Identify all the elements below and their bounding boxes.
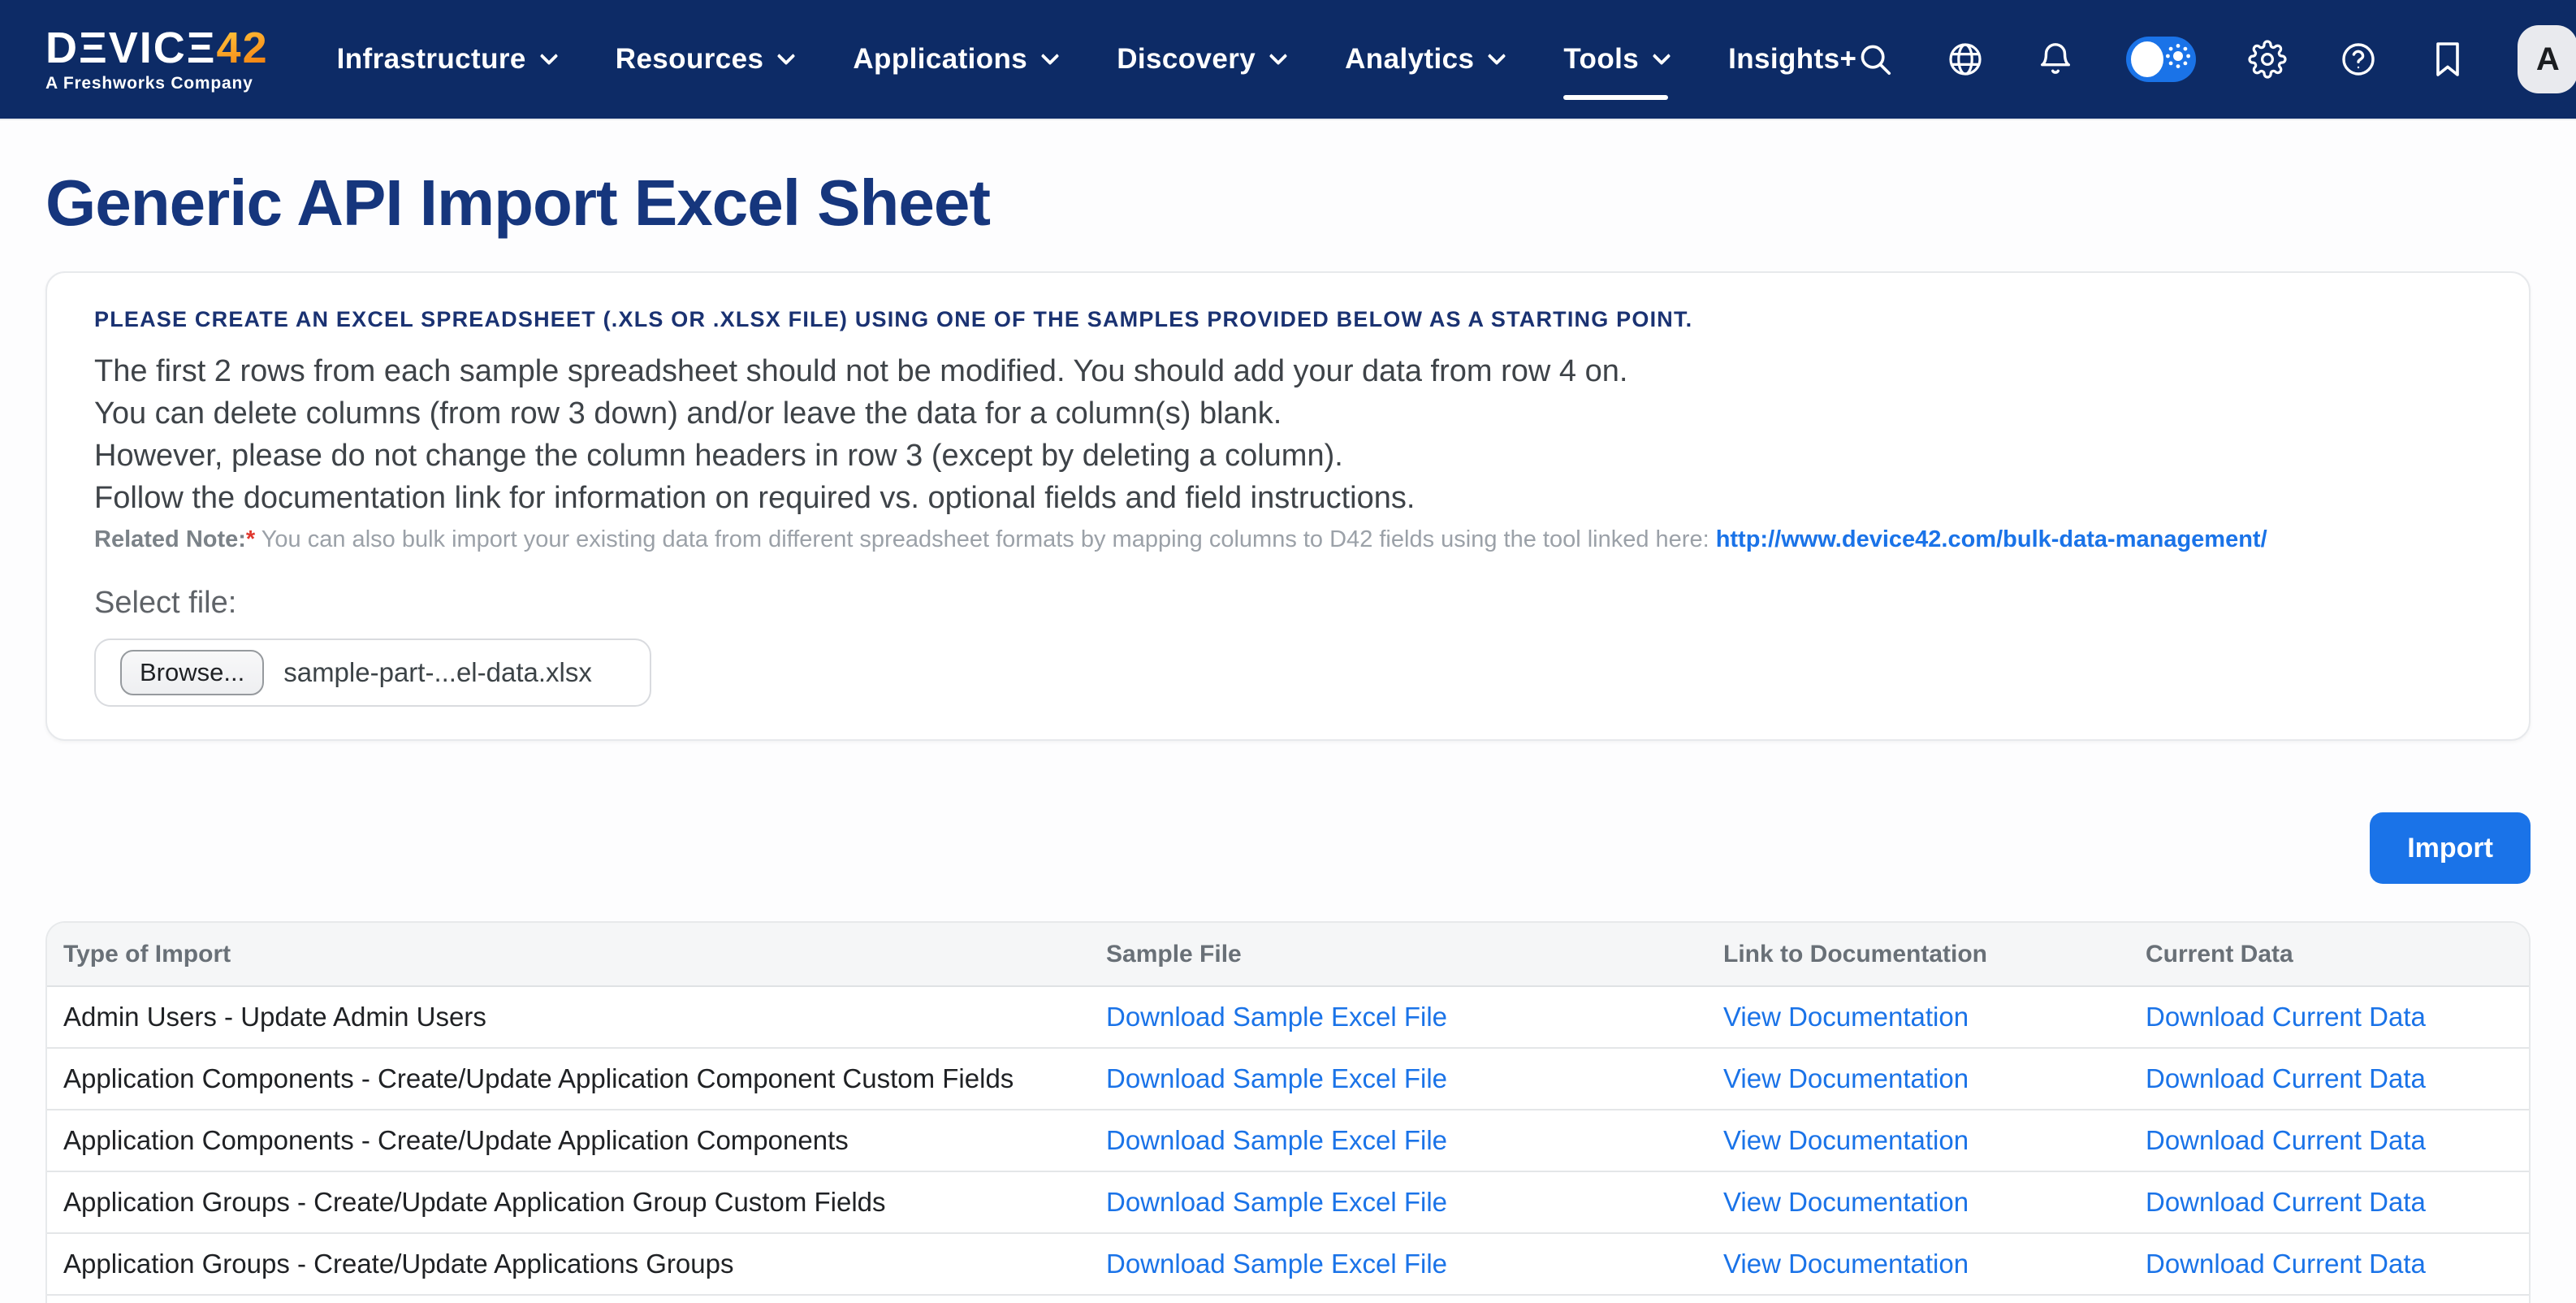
menu-item-insights[interactable]: Insights+ [1728, 24, 1856, 95]
bulk-data-management-link[interactable]: http://www.device42.com/bulk-data-manage… [1716, 526, 2267, 552]
related-note: Related Note:* You can also bulk import … [94, 524, 2482, 555]
file-input[interactable]: Browse... sample-part-...el-data.xlsx [94, 639, 651, 707]
import-button-row: Import [45, 812, 2531, 884]
main-menu: Infrastructure Resources Applications Di… [337, 24, 1857, 95]
column-header-current-data: Current Data [2129, 923, 2531, 986]
download-current-data-link[interactable]: Download Current Data [2146, 1063, 2426, 1093]
view-documentation-link[interactable]: View Documentation [1723, 1002, 1969, 1032]
import-types-table: Type of Import Sample File Link to Docum… [45, 921, 2531, 1303]
help-icon[interactable] [2339, 40, 2378, 79]
bookmark-icon[interactable] [2430, 40, 2466, 79]
menu-label: Resources [616, 43, 764, 76]
import-type-cell: Admin Users - Update Admin Users [47, 986, 1090, 1048]
menu-label: Infrastructure [337, 43, 526, 76]
menu-item-resources[interactable]: Resources [616, 24, 793, 95]
chevron-down-icon [1653, 47, 1671, 66]
download-current-data-link[interactable]: Download Current Data [2146, 1249, 2426, 1279]
download-sample-link[interactable]: Download Sample Excel File [1106, 1249, 1447, 1279]
device42-app: DΞVICΞ42 A Freshworks Company Infrastruc… [0, 0, 2576, 1303]
instruction-line: The first 2 rows from each sample spread… [94, 350, 2482, 392]
logo-tagline: A Freshworks Company [45, 74, 269, 93]
table-row: Application Components - Create/Update A… [47, 1110, 2531, 1171]
download-sample-link[interactable]: Download Sample Excel File [1106, 1187, 1447, 1217]
menu-item-discovery[interactable]: Discovery [1117, 24, 1285, 95]
import-type-cell: Application Groups - Create/Update Appli… [47, 1233, 1090, 1295]
instruction-line: You can delete columns (from row 3 down)… [94, 392, 2482, 435]
chevron-down-icon [1041, 47, 1060, 66]
column-header-link-to-documentation: Link to Documentation [1707, 923, 2129, 986]
related-note-text: You can also bulk import your existing d… [255, 526, 1715, 552]
table-row: Application Groups - Create/Update Appli… [47, 1171, 2531, 1233]
menu-label: Analytics [1345, 43, 1474, 76]
instructions-card: PLEASE CREATE AN EXCEL SPREADSHEET (.XLS… [45, 271, 2531, 741]
page-title: Generic API Import Excel Sheet [45, 162, 2531, 244]
browse-button[interactable]: Browse... [120, 650, 264, 695]
main-content: Generic API Import Excel Sheet PLEASE CR… [0, 162, 2576, 1303]
instructions-heading: PLEASE CREATE AN EXCEL SPREADSHEET (.XLS… [94, 307, 2482, 332]
import-type-cell: Application Components - Create/Update A… [47, 1048, 1090, 1110]
menu-item-tools[interactable]: Tools [1563, 24, 1668, 95]
bell-icon[interactable] [2037, 41, 2074, 78]
download-sample-link[interactable]: Download Sample Excel File [1106, 1002, 1447, 1032]
instruction-line: However, please do not change the column… [94, 435, 2482, 477]
menu-label: Discovery [1117, 43, 1256, 76]
import-button[interactable]: Import [2370, 812, 2531, 884]
instruction-line: Follow the documentation link for inform… [94, 477, 2482, 519]
import-type-cell: Application Groups - Create/Update Appli… [47, 1171, 1090, 1233]
download-current-data-link[interactable]: Download Current Data [2146, 1002, 2426, 1032]
chevron-down-icon [777, 47, 796, 66]
download-current-data-link[interactable]: Download Current Data [2146, 1187, 2426, 1217]
instructions-body: The first 2 rows from each sample spread… [94, 350, 2482, 519]
avatar[interactable]: A [2518, 25, 2576, 93]
logo-text-42: 42 [217, 24, 269, 72]
column-header-type-of-import: Type of Import [47, 923, 1090, 986]
download-sample-link[interactable]: Download Sample Excel File [1106, 1125, 1447, 1155]
import-type-cell: Application Components - Create/Update A… [47, 1110, 1090, 1171]
table-header-row: Type of Import Sample File Link to Docum… [47, 923, 2531, 986]
selected-file-name: sample-part-...el-data.xlsx [283, 657, 592, 688]
view-documentation-link[interactable]: View Documentation [1723, 1249, 1969, 1279]
download-current-data-link[interactable]: Download Current Data [2146, 1125, 2426, 1155]
view-documentation-link[interactable]: View Documentation [1723, 1063, 1969, 1093]
view-documentation-link[interactable]: View Documentation [1723, 1125, 1969, 1155]
sun-icon [2165, 43, 2191, 76]
toggle-knob [2131, 41, 2163, 77]
download-sample-link[interactable]: Download Sample Excel File [1106, 1063, 1447, 1093]
view-documentation-link[interactable]: View Documentation [1723, 1187, 1969, 1217]
menu-label: Insights+ [1728, 43, 1856, 76]
gear-icon[interactable] [2248, 40, 2287, 79]
clipped-next-row [47, 1296, 2529, 1303]
related-note-label: Related Note: [94, 526, 246, 552]
theme-toggle[interactable] [2126, 37, 2196, 82]
menu-item-applications[interactable]: Applications [853, 24, 1057, 95]
chevron-down-icon [539, 47, 558, 66]
table-row: Application Groups - Create/Update Appli… [47, 1233, 2531, 1295]
globe-icon[interactable] [1946, 40, 1985, 79]
top-navbar: DΞVICΞ42 A Freshworks Company Infrastruc… [0, 0, 2576, 120]
device42-logo[interactable]: DΞVICΞ42 A Freshworks Company [45, 25, 269, 93]
chevron-down-icon [1488, 47, 1506, 66]
column-header-sample-file: Sample File [1090, 923, 1707, 986]
logo-text-device: DΞVICΞ [45, 24, 217, 72]
select-file-label: Select file: [94, 586, 2482, 621]
menu-item-analytics[interactable]: Analytics [1345, 24, 1503, 95]
chevron-down-icon [1269, 47, 1288, 66]
logo-wordmark: DΞVICΞ42 [45, 25, 269, 71]
table-row: Admin Users - Update Admin Users Downloa… [47, 986, 2531, 1048]
table-row: Application Components - Create/Update A… [47, 1048, 2531, 1110]
search-icon[interactable] [1856, 41, 1894, 78]
menu-label: Tools [1563, 43, 1639, 76]
menu-label: Applications [853, 43, 1027, 76]
navbar-icon-group: A [1856, 25, 2576, 93]
required-asterisk: * [246, 526, 255, 552]
menu-item-infrastructure[interactable]: Infrastructure [337, 24, 555, 95]
